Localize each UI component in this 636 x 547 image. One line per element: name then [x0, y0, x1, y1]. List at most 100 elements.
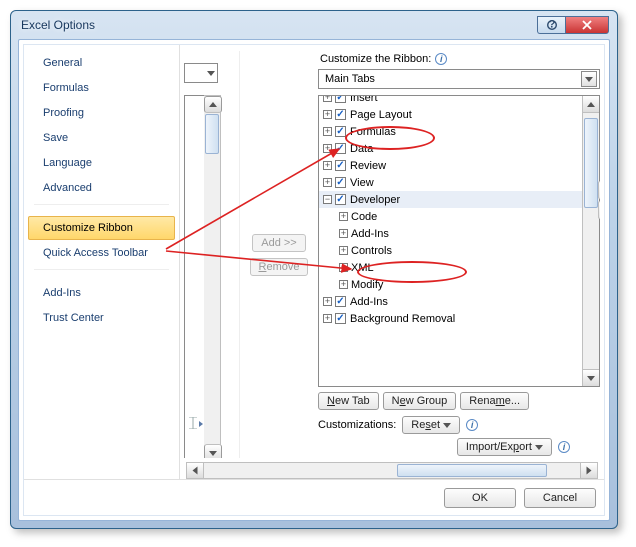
scroll-up-icon[interactable]	[204, 96, 222, 113]
tree-item-label: Code	[351, 211, 377, 223]
category-sidebar: GeneralFormulasProofingSaveLanguageAdvan…	[24, 45, 180, 479]
expand-icon[interactable]: +	[339, 246, 348, 255]
tree-item[interactable]: +Modify	[319, 276, 582, 293]
expand-icon[interactable]: +	[339, 212, 348, 221]
import-export-button[interactable]: Import/Export	[457, 438, 552, 456]
add-remove-panel: Add >> Remove	[244, 51, 314, 458]
sidebar-item-formulas[interactable]: Formulas	[28, 76, 175, 100]
expand-icon[interactable]: +	[323, 297, 332, 306]
remove-button[interactable]: Remove	[250, 258, 309, 276]
sidebar-item-customize-ribbon[interactable]: Customize Ribbon	[28, 216, 175, 240]
tree-item[interactable]: +XML	[319, 259, 582, 276]
dialog-window: Excel Options ? GeneralFormulasProofingS…	[10, 10, 618, 529]
customizations-label: Customizations:	[318, 419, 396, 431]
tree-scrollbar[interactable]	[582, 96, 599, 386]
tree-item-label: Data	[350, 143, 373, 155]
checkbox[interactable]	[335, 296, 346, 307]
expand-icon[interactable]: −	[323, 195, 332, 204]
sidebar-item-language[interactable]: Language	[28, 151, 175, 175]
checkbox[interactable]	[335, 143, 346, 154]
new-group-button[interactable]: New Group	[383, 392, 457, 410]
checkbox[interactable]	[335, 96, 346, 103]
checkbox[interactable]	[335, 160, 346, 171]
scroll-thumb[interactable]	[584, 118, 598, 208]
scroll-down-icon[interactable]	[204, 444, 222, 458]
window-title: Excel Options	[17, 18, 537, 32]
tree-item[interactable]: +Review	[319, 157, 582, 174]
tree-item[interactable]: + Data	[319, 140, 582, 157]
expand-icon[interactable]: +	[323, 314, 332, 323]
sidebar-item-quick-access-toolbar[interactable]: Quick Access Toolbar	[28, 241, 175, 265]
expand-icon[interactable]: +	[323, 110, 332, 119]
scroll-down-icon[interactable]	[583, 369, 599, 386]
tree-item[interactable]: + Formulas	[319, 123, 582, 140]
scroll-right-icon[interactable]	[580, 463, 597, 478]
expand-icon[interactable]: +	[323, 96, 332, 102]
sidebar-item-advanced[interactable]: Advanced	[28, 176, 175, 200]
tree-item[interactable]: +Add-Ins	[319, 225, 582, 242]
tree-item-label: Formulas	[350, 126, 396, 138]
commands-scrollbar[interactable]	[204, 95, 221, 458]
cancel-button[interactable]: Cancel	[524, 488, 596, 508]
checkbox[interactable]	[335, 177, 346, 188]
tree-item[interactable]: − Developer	[319, 191, 582, 208]
titlebar[interactable]: Excel Options ?	[11, 11, 617, 39]
tree-item-label: Add-Ins	[351, 228, 389, 240]
choose-commands-dropdown[interactable]	[184, 63, 218, 83]
checkbox[interactable]	[335, 194, 346, 205]
expand-icon[interactable]: +	[323, 144, 332, 153]
tree-item[interactable]: + Add-Ins	[319, 293, 582, 310]
sidebar-item-general[interactable]: General	[28, 51, 175, 75]
add-button[interactable]: Add >>	[252, 234, 305, 252]
tree-item-label: Developer	[350, 194, 400, 206]
move-down-button[interactable]	[598, 201, 600, 219]
tree-item-label: Page Layout	[350, 109, 412, 121]
scroll-thumb[interactable]	[397, 464, 547, 477]
tree-item-label: Modify	[351, 279, 383, 291]
tree-item[interactable]: +Background Removal	[319, 310, 582, 327]
horizontal-scrollbar[interactable]	[186, 462, 598, 479]
tree-item[interactable]: +Code	[319, 208, 582, 225]
tree-item[interactable]: + View	[319, 174, 582, 191]
info-icon[interactable]: i	[466, 419, 478, 431]
checkbox[interactable]	[335, 313, 346, 324]
reorder-buttons	[598, 181, 600, 219]
info-icon[interactable]: i	[435, 53, 447, 65]
ribbon-scope-dropdown[interactable]: Main Tabs	[318, 69, 600, 89]
info-icon[interactable]: i	[558, 441, 570, 453]
checkbox[interactable]	[335, 109, 346, 120]
sidebar-item-trust-center[interactable]: Trust Center	[28, 306, 175, 330]
chevron-down-icon[interactable]	[581, 71, 597, 87]
tree-item[interactable]: +Controls	[319, 242, 582, 259]
checkbox[interactable]	[335, 126, 346, 137]
tree-item[interactable]: + Page Layout	[319, 106, 582, 123]
reset-button[interactable]: Reset	[402, 416, 460, 434]
sidebar-item-add-ins[interactable]: Add-Ins	[28, 281, 175, 305]
customize-ribbon-label: Customize the Ribbon:	[320, 53, 431, 65]
sidebar-item-save[interactable]: Save	[28, 126, 175, 150]
sidebar-item-proofing[interactable]: Proofing	[28, 101, 175, 125]
ribbon-scope-value: Main Tabs	[325, 73, 375, 85]
expand-icon[interactable]: +	[339, 280, 348, 289]
expand-icon[interactable]: +	[339, 229, 348, 238]
close-button[interactable]	[565, 16, 609, 34]
expand-icon[interactable]: +	[339, 263, 348, 272]
help-button[interactable]: ?	[537, 16, 565, 34]
tree-item-label: Add-Ins	[350, 296, 388, 308]
expand-icon[interactable]: +	[323, 161, 332, 170]
tree-item-label: Controls	[351, 245, 392, 257]
scroll-up-icon[interactable]	[583, 96, 599, 113]
ok-button[interactable]: OK	[444, 488, 516, 508]
rename-button[interactable]: Rename...	[460, 392, 529, 410]
scroll-thumb[interactable]	[205, 114, 219, 154]
expand-icon[interactable]: +	[323, 127, 332, 136]
ribbon-tree[interactable]: +Insert+Page Layout+Formulas+Data+Review…	[318, 95, 600, 387]
move-up-button[interactable]	[598, 181, 600, 199]
tree-item[interactable]: +Insert	[319, 96, 582, 106]
tree-item-label: View	[350, 177, 374, 189]
expand-icon[interactable]: +	[323, 178, 332, 187]
ribbon-panel: Customize the Ribbon: i Main Tabs +Inser…	[318, 51, 600, 458]
tree-item-label: XML	[351, 262, 374, 274]
new-tab-button[interactable]: New Tab	[318, 392, 379, 410]
scroll-left-icon[interactable]	[187, 463, 204, 478]
